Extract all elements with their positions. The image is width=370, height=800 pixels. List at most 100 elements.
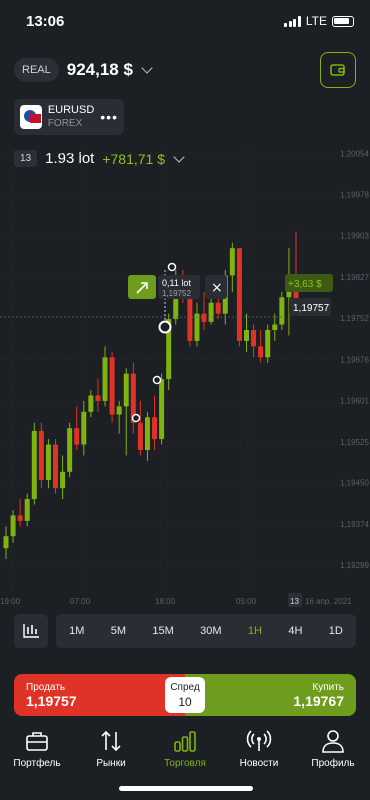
- chevron-down-icon: [141, 62, 153, 74]
- nav-portfolio[interactable]: Портфель: [2, 728, 72, 776]
- candle: [3, 526, 9, 560]
- x-tick-label: 16 апр. 2021: [305, 597, 352, 606]
- x-tick-label: 05:00: [236, 597, 257, 606]
- x-tick-label: 07:00: [70, 597, 91, 606]
- status-time: 13:06: [26, 13, 65, 30]
- nav-label: Рынки: [96, 758, 126, 769]
- asset-category: FOREX: [47, 118, 83, 129]
- trade-bar: Продать 1,19757 Купить 1,19767 Спред 10: [14, 674, 356, 716]
- current-position-labels: +3,63 $ 1,19757: [285, 274, 333, 316]
- trade-marker[interactable]: [158, 320, 172, 334]
- candle: [74, 406, 80, 450]
- order-price: 1,19752: [162, 289, 191, 298]
- candle-body: [53, 444, 59, 489]
- candle-body: [229, 248, 235, 276]
- y-tick-label: 1,19752: [340, 314, 369, 323]
- candle-body: [152, 417, 158, 440]
- candle: [67, 422, 73, 478]
- candle: [60, 455, 66, 500]
- candle: [109, 351, 115, 423]
- timeframe-4h[interactable]: 4H: [288, 625, 302, 637]
- y-tick-label: 1,19978: [340, 191, 369, 200]
- sell-button[interactable]: Продать 1,19757: [14, 674, 185, 716]
- account-type-badge: REAL: [14, 58, 59, 82]
- candle-body: [258, 346, 264, 358]
- candle-body: [102, 357, 108, 401]
- candle-body: [159, 379, 165, 440]
- spread-label: Спред: [170, 682, 200, 693]
- nav-label: Торговля: [164, 758, 206, 769]
- candle-body: [187, 297, 193, 341]
- candle: [31, 422, 37, 505]
- candle: [123, 368, 129, 456]
- y-axis: 1,20054 1,19978 1,19903 1,19827 1,19752 1,196…: [340, 149, 369, 570]
- current-price-label: 1,19757: [293, 303, 330, 314]
- candle: [144, 411, 150, 461]
- spread-value: 10: [178, 695, 192, 709]
- candle-body: [95, 395, 101, 401]
- y-tick-label: 1,19601: [340, 396, 369, 405]
- candle: [236, 248, 242, 347]
- candle-body: [3, 536, 9, 549]
- timeframe-selector: 1M 5M 15M 30M 1H 4H 1D: [56, 614, 356, 648]
- status-indicators: LTE: [284, 14, 354, 28]
- buy-price: 1,19767: [293, 692, 344, 709]
- trade-marker[interactable]: [167, 262, 177, 272]
- timeframe-1h[interactable]: 1H: [248, 625, 262, 637]
- nav-markets[interactable]: Рынки: [76, 728, 146, 776]
- candle-body: [45, 444, 51, 480]
- more-icon[interactable]: •••: [100, 109, 118, 125]
- candle: [38, 422, 44, 489]
- candle-body: [215, 302, 221, 314]
- candle-body: [38, 430, 44, 480]
- home-indicator: [119, 786, 253, 791]
- nav-news[interactable]: Новости: [224, 728, 294, 776]
- chart-type-button[interactable]: [14, 614, 48, 648]
- nav-label: Профиль: [311, 758, 355, 769]
- timeframe-bar: 1M 5M 15M 30M 1H 4H 1D: [14, 614, 356, 648]
- nav-profile[interactable]: Профиль: [298, 728, 368, 776]
- asset-selector[interactable]: EURUSD FOREX •••: [14, 99, 124, 135]
- y-tick-label: 1,20054: [340, 149, 369, 158]
- bottom-nav: Портфель Рынки Торговля Новости Профиль: [0, 728, 370, 776]
- broadcast-icon: [246, 730, 272, 751]
- candle: [159, 373, 165, 445]
- wallet-icon: [330, 64, 345, 76]
- candle-body: [81, 411, 87, 445]
- candle-body: [109, 357, 115, 415]
- wallet-button[interactable]: [320, 52, 356, 88]
- candle: [45, 439, 51, 489]
- status-bar: 13:06 LTE: [0, 0, 370, 44]
- timeframe-5m[interactable]: 5M: [111, 625, 126, 637]
- x-tick-label: 19:00: [0, 597, 21, 606]
- account-selector[interactable]: REAL 924,18 $: [14, 58, 153, 82]
- nav-trading[interactable]: Торговля: [150, 728, 220, 776]
- candle-body: [208, 302, 214, 322]
- candle: [279, 291, 285, 330]
- close-icon: ×: [211, 280, 223, 296]
- candle: [258, 330, 264, 363]
- candle: [130, 362, 136, 434]
- buy-button[interactable]: Купить 1,19767: [185, 674, 356, 716]
- trade-marker[interactable]: [152, 375, 162, 385]
- price-chart[interactable]: 1,20054 1,19978 1,19903 1,19827 1,19752 1,196…: [0, 140, 370, 610]
- candle: [208, 297, 214, 325]
- order-tooltip[interactable]: 0,11 lot 1,19752 ×: [128, 275, 227, 299]
- candle-body: [243, 330, 249, 341]
- candle: [81, 400, 87, 456]
- asset-symbol: EURUSD: [47, 104, 95, 116]
- timeframe-1m[interactable]: 1M: [69, 625, 84, 637]
- candle-body: [236, 248, 242, 341]
- arrows-icon: [101, 730, 121, 752]
- signal-icon: [284, 15, 301, 27]
- timeframe-15m[interactable]: 15M: [152, 625, 173, 637]
- timeframe-30m[interactable]: 30M: [200, 625, 221, 637]
- candle: [265, 324, 271, 363]
- x-tick-label: 18:00: [155, 597, 176, 606]
- trade-marker[interactable]: [131, 413, 141, 423]
- candle: [102, 346, 108, 407]
- candle: [137, 400, 143, 456]
- battery-icon: [332, 15, 354, 27]
- timeframe-1d[interactable]: 1D: [329, 625, 343, 637]
- candle-body: [265, 330, 271, 358]
